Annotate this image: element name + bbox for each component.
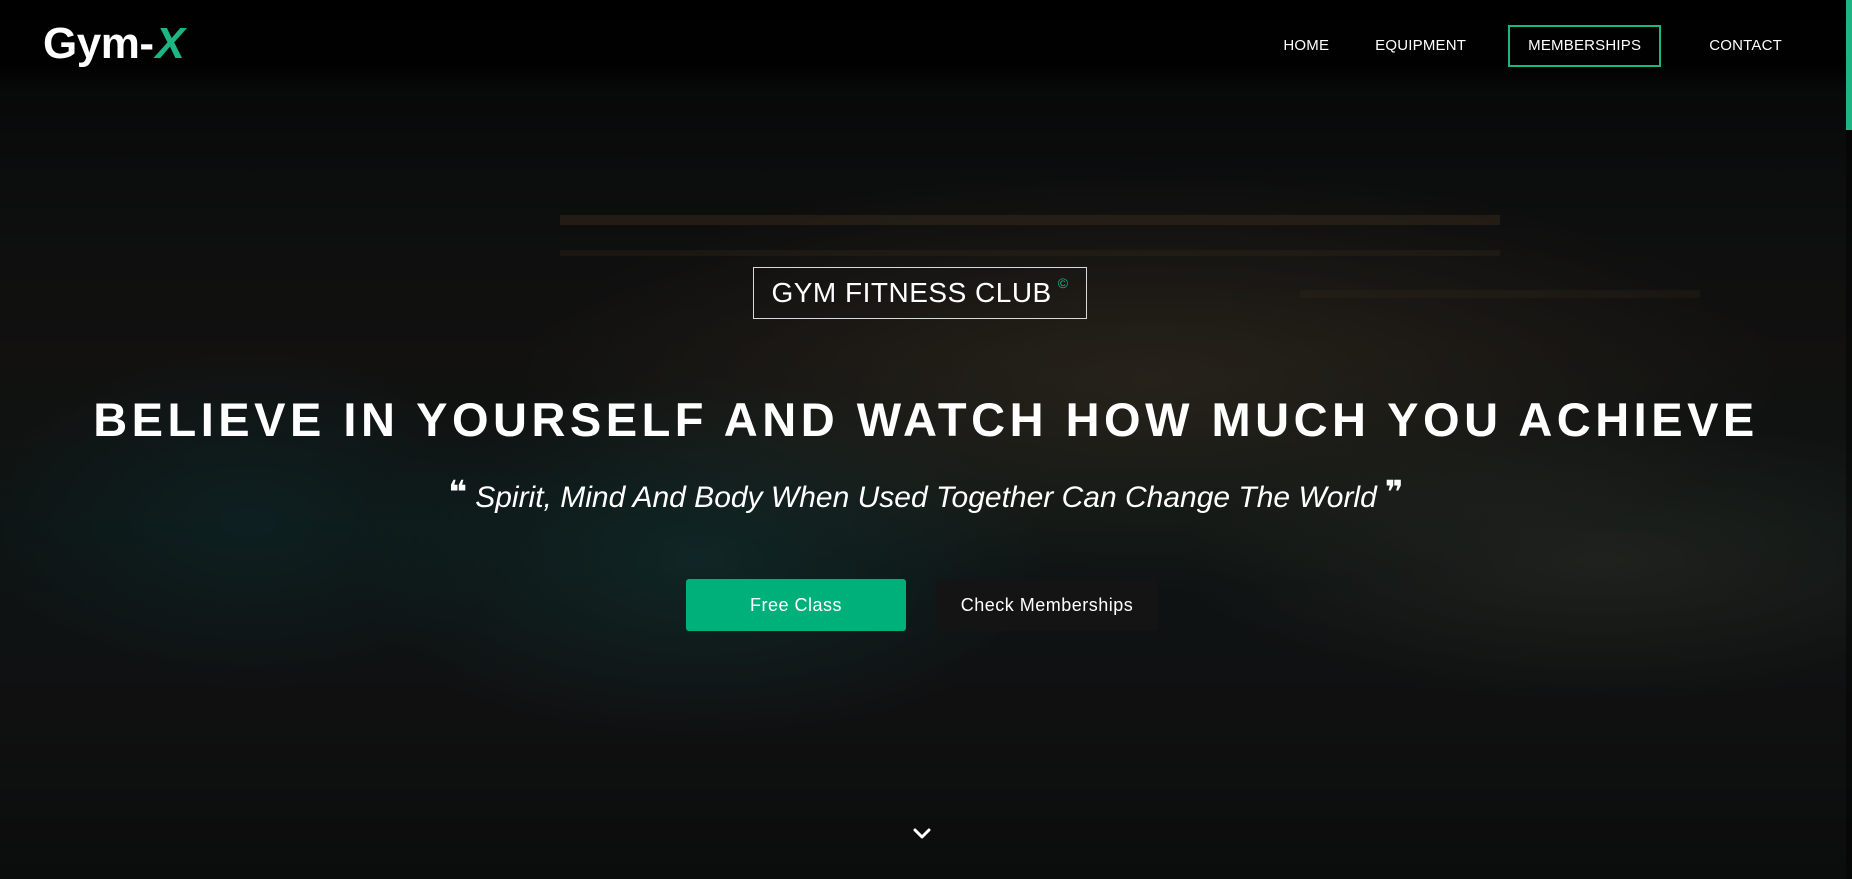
- copyright-icon: ©: [1057, 275, 1069, 291]
- hero-quote: ❝ Spirit, Mind And Body When Used Togethe…: [0, 472, 1852, 518]
- quote-open-icon: ❝: [448, 474, 468, 510]
- site-header: Gym-X HOME EQUIPMENT MEMBERSHIPS CONTACT: [0, 0, 1852, 92]
- nav-item-contact[interactable]: CONTACT: [1689, 25, 1802, 67]
- check-memberships-button[interactable]: Check Memberships: [936, 579, 1158, 631]
- hero-headline: BELIEVE IN YOURSELF AND WATCH HOW MUCH Y…: [93, 393, 1759, 446]
- nav-item-equipment[interactable]: EQUIPMENT: [1355, 25, 1486, 67]
- logo-text: Gym-: [43, 19, 154, 68]
- logo-accent: X: [155, 19, 185, 68]
- free-class-button[interactable]: Free Class: [686, 579, 906, 631]
- nav-item-home[interactable]: HOME: [1263, 25, 1349, 67]
- site-logo[interactable]: Gym-X: [43, 18, 185, 70]
- chevron-down-icon: [913, 828, 931, 839]
- scrollbar-thumb[interactable]: [1846, 0, 1852, 130]
- main-nav: HOME EQUIPMENT MEMBERSHIPS CONTACT: [1257, 25, 1802, 67]
- club-badge: GYM FITNESS CLUB ©: [753, 267, 1087, 319]
- page-scrollbar[interactable]: [1846, 0, 1852, 879]
- nav-item-memberships[interactable]: MEMBERSHIPS: [1508, 25, 1662, 67]
- quote-text: Spirit, Mind And Body When Used Together…: [475, 481, 1377, 514]
- badge-text: GYM FITNESS CLUB: [771, 277, 1052, 308]
- quote-close-icon: ❞: [1384, 474, 1404, 510]
- scroll-down-button[interactable]: [910, 822, 934, 846]
- landing-page: Gym-X HOME EQUIPMENT MEMBERSHIPS CONTACT…: [0, 0, 1852, 879]
